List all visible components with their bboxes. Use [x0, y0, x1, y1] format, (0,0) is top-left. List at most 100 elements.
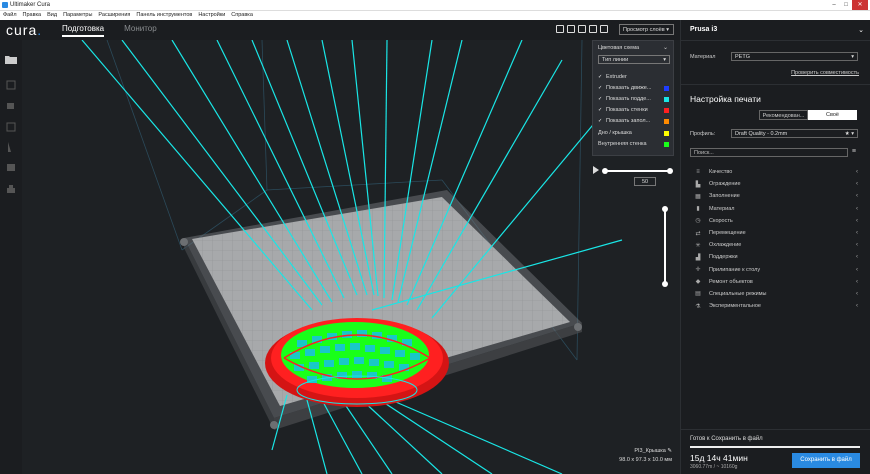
category-mesh-fixes[interactable]: ◆ Ремонт объектов ‹ [693, 276, 858, 288]
custom-mode-button[interactable]: Своё [808, 110, 857, 120]
per-model-settings-icon[interactable] [4, 160, 18, 174]
category-cooling[interactable]: ✳ Охлаждение ‹ [693, 239, 858, 251]
path-slider-handle-start[interactable] [602, 168, 608, 174]
window-title: Ultimaker Cura [10, 1, 51, 8]
build-plate-viewport[interactable] [22, 40, 680, 474]
chevron-down-icon[interactable]: ⌄ [663, 44, 668, 51]
category-infill[interactable]: ▦ Заполнение ‹ [693, 190, 858, 202]
category-shell[interactable]: ▙ Ограждение ‹ [693, 178, 858, 190]
chevron-left-icon: ‹ [856, 242, 858, 249]
menu-file[interactable]: Файл [3, 11, 17, 20]
view-top-icon[interactable] [578, 25, 586, 33]
scale-tool-icon[interactable] [4, 98, 18, 112]
category-label: Ремонт объектов [709, 278, 753, 285]
setup-mode-toggle: Рекомендован... Своё [759, 110, 857, 120]
maximize-icon[interactable]: □ [840, 0, 852, 10]
rotate-tool-icon[interactable] [4, 120, 18, 134]
category-travel[interactable]: ⇄ Перемещение ‹ [693, 227, 858, 239]
layer-path-slider[interactable] [605, 170, 670, 172]
play-icon[interactable] [593, 166, 599, 174]
category-adhesion[interactable]: ✛ Прилипание к столу ‹ [693, 264, 858, 276]
category-label: Заполнение [709, 193, 740, 200]
settings-menu-icon[interactable]: ≡ [852, 148, 856, 155]
profile-label: Профиль: [690, 131, 716, 137]
menu-settings[interactable]: Параметры [63, 11, 92, 20]
helpers-swatch [664, 97, 669, 102]
material-usage: 3060.77m / ~ 10160g [690, 464, 738, 470]
toggle-label: Показать стенки [606, 107, 648, 113]
menu-help[interactable]: Справка [231, 11, 253, 20]
category-experimental[interactable]: ⚗ Экспериментальное ‹ [693, 300, 858, 312]
material-label: Материал [690, 54, 716, 60]
profile-select[interactable]: Draft Quality - 0.2mm ★ ▾ [731, 129, 858, 138]
recommended-mode-button[interactable]: Рекомендован... [759, 110, 808, 120]
color-scheme-label: Цветовая схема [598, 45, 640, 51]
view-3d-icon[interactable] [556, 25, 564, 33]
save-to-file-button[interactable]: Сохранить в файл [792, 453, 860, 468]
close-icon[interactable]: ✕ [852, 0, 868, 10]
category-support[interactable]: ▟ Поддержки ‹ [693, 251, 858, 263]
shell-icon: ▙ [695, 181, 701, 188]
chevron-left-icon: ‹ [856, 205, 858, 212]
printer-chevron-icon[interactable]: ⌄ [858, 26, 864, 34]
travel-icon: ⇄ [695, 230, 701, 237]
category-label: Прилипание к столу [709, 266, 761, 273]
chevron-left-icon: ‹ [856, 217, 858, 224]
material-icon: ▮ [696, 206, 700, 213]
printer-name[interactable]: Prusa i3 [690, 26, 717, 33]
category-label: Охлаждение [709, 242, 742, 249]
top-bottom-swatch [664, 131, 669, 136]
toggle-helpers[interactable]: ✓ Показать подде... [598, 96, 651, 102]
layer-slider-top-handle[interactable] [662, 206, 668, 212]
profile-value: Draft Quality - 0.2mm [735, 131, 788, 137]
edit-pencil-icon[interactable]: ✎ [667, 448, 672, 454]
print-setup-heading: Настройка печати [690, 94, 761, 104]
toggle-infill[interactable]: ✓ Показать запол... [598, 118, 650, 124]
check-compatibility-link[interactable]: Проверить совместимость [791, 70, 859, 76]
toggle-label: Показать подде... [606, 96, 651, 102]
select-arrow-icon: ▾ [663, 57, 666, 63]
view-mode-select[interactable]: Просмотр слоёв ▾ [619, 24, 674, 35]
category-special-modes[interactable]: ▤ Специальные режимы ‹ [693, 288, 858, 300]
toggle-travels[interactable]: ✓ Показать движе... [598, 85, 651, 91]
category-speed[interactable]: ◷ Скорость ‹ [693, 215, 858, 227]
view-right-icon[interactable] [600, 25, 608, 33]
view-front-icon[interactable] [567, 25, 575, 33]
app-icon [2, 2, 8, 8]
path-slider-handle-end[interactable] [667, 168, 673, 174]
title-bar: Ultimaker Cura – □ ✕ [0, 0, 870, 10]
menu-edit[interactable]: Правка [23, 11, 42, 20]
settings-search-input[interactable]: Поиск... [690, 148, 848, 157]
star-icon: ★ ▾ [844, 131, 854, 137]
mirror-tool-icon[interactable] [4, 140, 18, 154]
menu-view[interactable]: Вид [47, 11, 57, 20]
layer-slider-bottom-handle[interactable] [662, 281, 668, 287]
chevron-left-icon: ‹ [856, 254, 858, 261]
category-material[interactable]: ▮ Материал ‹ [693, 203, 858, 215]
select-arrow-icon: ▾ [851, 54, 854, 60]
minimize-icon[interactable]: – [828, 0, 840, 10]
menu-toolbox[interactable]: Панель инструментов [136, 11, 192, 20]
cooling-icon: ✳ [695, 242, 701, 249]
support-blocker-icon[interactable] [4, 182, 18, 196]
layer-slider[interactable] [664, 209, 666, 283]
tab-prepare[interactable]: Подготовка [62, 24, 105, 37]
open-file-icon[interactable] [4, 52, 18, 66]
toggle-label: Показать движе... [606, 85, 652, 91]
tab-monitor[interactable]: Монитор [124, 24, 157, 37]
layer-view-panel: Цветовая схема ⌄ Тип линии ▾ ✓ Extruder ✓ П… [592, 40, 674, 156]
mesh-fix-icon: ◆ [695, 279, 701, 286]
chevron-left-icon: ‹ [856, 290, 858, 297]
current-layer-field[interactable]: 50 [634, 177, 656, 186]
left-toolbar [0, 40, 22, 474]
view-left-icon[interactable] [589, 25, 597, 33]
menu-extensions[interactable]: Расширения [98, 11, 130, 20]
material-select[interactable]: PETG ▾ [731, 52, 858, 61]
extruder-toggle[interactable]: ✓ Extruder [598, 74, 627, 80]
category-quality[interactable]: ≡ Качество ‹ [693, 166, 858, 178]
menu-preferences[interactable]: Настройки [198, 11, 225, 20]
toggle-shell[interactable]: ✓ Показать стенки [598, 107, 648, 113]
check-icon: ✓ [598, 84, 603, 91]
move-tool-icon[interactable] [4, 78, 18, 92]
color-scheme-select[interactable]: Тип линии ▾ [598, 55, 670, 64]
